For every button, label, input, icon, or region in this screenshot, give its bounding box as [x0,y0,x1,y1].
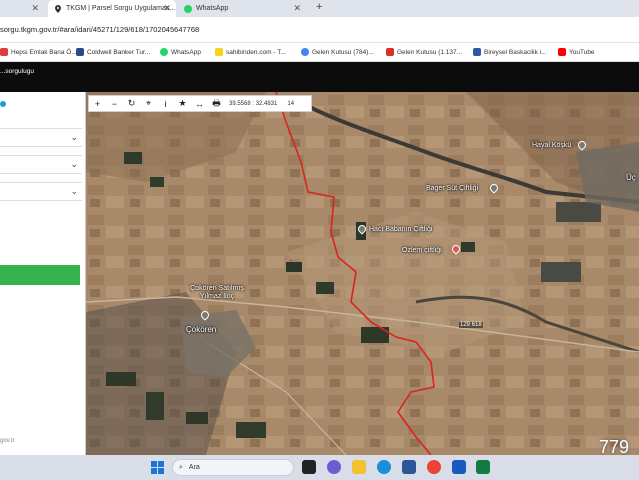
zoom-out-icon[interactable]: − [106,96,123,111]
province-select[interactable]: ⌄ [0,128,82,147]
coldwell-icon [76,48,84,56]
bookmark-label: Coldwell Banker Tur... [87,48,151,56]
close-icon[interactable]: ✕ [293,3,301,14]
close-icon[interactable]: ✕ [31,3,39,14]
place-label[interactable]: Hacı Babanın Çiftliği [369,226,432,233]
bookmark-gmail-2[interactable]: Gelen Kutusu (1.137... [386,48,462,56]
bireysel-icon [473,48,481,56]
place-label[interactable]: Üç [626,173,636,182]
bookmark-hepsiemlak[interactable]: Hepsi Emlak Bana Ö... [0,48,77,56]
file-explorer-icon[interactable] [352,460,366,474]
bookmark-label: Bireysel Baskacilik i... [484,48,547,56]
bookmark-whatsapp[interactable]: WhatsApp [160,48,201,56]
bookmark-coldwell[interactable]: Coldwell Banker Tur... [76,48,150,56]
site-title: ...sorgulugu [0,68,34,75]
place-label[interactable]: Çokören Satılmış Yılmaz İloç [182,285,252,301]
bookmark-label: YouTube [569,48,595,56]
measure-icon[interactable]: ↔ [191,96,208,111]
chat-icon[interactable] [327,460,341,474]
bookmark-label: sahibinden.com - T... [226,48,286,56]
youtube-icon [558,48,566,56]
screen: ✕ TKGM | Parsel Sorgu Uygulamas... ✕ Wha… [0,0,639,480]
site-header: ...sorgulugu [0,62,639,92]
chrome-icon[interactable] [427,460,441,474]
satellite-map[interactable]: Hayal Köşkü Bager Süt Çiftliği Hacı Baba… [86,92,639,455]
place-label[interactable]: Çokören [186,325,216,334]
whatsapp-icon [184,4,192,13]
print-icon[interactable]: 🖶 [208,96,225,111]
place-label[interactable]: Bager Süt Çiftliği [426,185,478,192]
chevron-down-icon: ⌄ [70,132,78,142]
bookmark-label: WhatsApp [171,48,201,56]
query-button[interactable] [0,265,80,285]
search-label: Ara [188,464,200,471]
excel-icon[interactable] [476,460,490,474]
chevron-down-icon: ⌄ [70,159,78,169]
store-icon[interactable] [402,460,416,474]
neighborhood-select[interactable]: ⌄ [0,182,82,201]
refresh-icon[interactable]: ↻ [123,96,140,111]
place-label[interactable]: Hayal Köşkü [532,142,571,149]
browser-tab-strip: ✕ TKGM | Parsel Sorgu Uygulamas... ✕ Wha… [0,0,639,17]
search-icon: ⌕ [179,463,183,471]
hepsiemlak-icon [0,48,8,56]
bookmark-label: Gelen Kutusu (784)... [312,48,374,56]
star-icon[interactable]: ★ [174,96,191,111]
tab-label: TKGM | Parsel Sorgu Uygulamas... [66,5,176,12]
tab-label: WhatsApp [196,5,229,12]
bookmark-label: Gelen Kutusu (1.137... [397,48,463,56]
bookmarks-bar: Hepsi Emlak Bana Ö... Coldwell Banker Tu… [0,43,639,62]
bookmark-bireysel[interactable]: Bireysel Baskacilik i... [473,48,547,56]
info-dot-icon [0,101,6,107]
chevron-down-icon: ⌄ [70,186,78,196]
taskbar: ⌕ Ara [0,455,639,480]
whatsapp-icon [160,48,168,56]
address-bar[interactable]: sorgu.tkgm.gov.tr/#ara/idari/45271/129/6… [0,17,639,43]
tab-previous[interactable]: ✕ [0,0,44,17]
clock-readout: 779 [599,437,630,457]
bookmark-youtube[interactable]: YouTube [558,48,595,56]
locate-icon[interactable]: ⌖ [140,96,157,111]
tab-tkgm[interactable]: TKGM | Parsel Sorgu Uygulamas... ✕ [48,0,176,17]
sidebar: ⌄ ⌄ ⌄ gov.tr [0,92,86,455]
coordinate-readout: 39.5568 : 32.4831 [229,100,278,107]
place-label[interactable]: Özlem çiftliği [402,247,442,254]
parcel-label[interactable]: 129 618 [459,322,483,328]
windows-start-icon[interactable] [151,461,164,474]
close-icon[interactable]: ✕ [163,3,171,14]
sidebar-footer: gov.tr [0,438,15,444]
zoom-level: 14 [287,100,295,107]
zoom-in-icon[interactable]: + [89,96,106,111]
word-icon[interactable] [452,460,466,474]
bookmark-sahibinden[interactable]: sahibinden.com - T... [215,48,286,56]
district-select[interactable]: ⌄ [0,155,82,174]
taskbar-search[interactable]: ⌕ Ara [172,459,294,476]
tab-whatsapp[interactable]: WhatsApp ✕ [178,0,306,17]
url-text[interactable]: sorgu.tkgm.gov.tr/#ara/idari/45271/129/6… [0,25,199,34]
bookmark-label: Hepsi Emlak Bana Ö... [11,48,77,56]
google-icon [301,48,309,56]
new-tab-button[interactable]: + [316,1,322,13]
edge-icon[interactable] [377,460,391,474]
location-pin-icon [55,4,61,13]
gmail-icon [386,48,394,56]
map-toolbar: + − ↻ ⌖ i ★ ↔ 🖶 39.5568 : 32.4831 14 [88,95,312,112]
info-icon[interactable]: i [157,96,174,111]
bookmark-gmail-1[interactable]: Gelen Kutusu (784)... [301,48,374,56]
task-view-icon[interactable] [302,460,316,474]
sahibinden-icon [215,48,223,56]
